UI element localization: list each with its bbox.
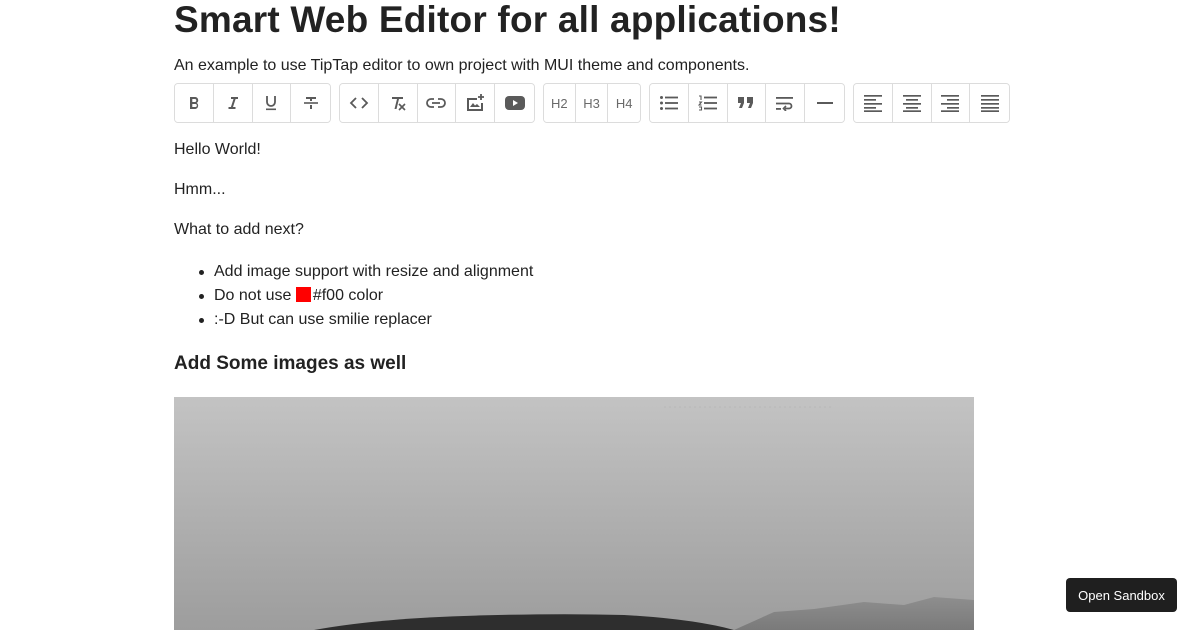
editor-image[interactable]	[174, 397, 974, 630]
editor-toolbar: H2 H3 H4	[174, 83, 1014, 123]
align-right-button[interactable]	[931, 84, 971, 122]
underline-button[interactable]	[252, 84, 292, 122]
toolbar-group-blocks	[649, 83, 845, 123]
youtube-button[interactable]	[495, 84, 534, 122]
add-image-icon	[465, 93, 485, 113]
ordered-list-button[interactable]	[688, 84, 728, 122]
toolbar-group-alignment	[853, 83, 1010, 123]
align-center-icon	[902, 94, 921, 112]
youtube-icon	[504, 95, 526, 111]
clear-format-button[interactable]	[378, 84, 418, 122]
align-justify-button[interactable]	[970, 84, 1009, 122]
horizontal-rule-icon	[816, 101, 834, 105]
link-button[interactable]	[417, 84, 457, 122]
list-item-text: Add image support with resize and alignm…	[214, 263, 534, 280]
hard-break-button[interactable]	[766, 84, 806, 122]
clear-format-icon	[389, 94, 407, 112]
align-left-icon	[863, 94, 882, 112]
bold-button[interactable]	[175, 84, 214, 122]
open-sandbox-button[interactable]: Open Sandbox	[1066, 578, 1177, 612]
hard-break-icon	[775, 95, 795, 111]
paragraph-what-next: What to add next?	[174, 221, 304, 238]
toolbar-group-headings: H2 H3 H4	[543, 83, 641, 123]
ordered-list-icon	[697, 95, 718, 111]
bullet-list: Add image support with resize and alignm…	[174, 260, 533, 332]
code-button[interactable]	[340, 84, 379, 122]
toolbar-group-insert	[339, 83, 535, 123]
list-item-text: #f00 color	[312, 287, 384, 304]
heading-2-button[interactable]: H2	[544, 84, 576, 122]
heading-4-button[interactable]: H4	[608, 84, 640, 122]
underline-icon	[262, 94, 280, 112]
list-item-text: :-D But can use smilie replacer	[214, 311, 432, 328]
blockquote-icon	[737, 95, 755, 111]
section-heading: Add Some images as well	[174, 353, 407, 374]
page-subtitle: An example to use TipTap editor to own p…	[174, 57, 750, 74]
list-item-text: Do not use	[214, 287, 296, 304]
add-image-button[interactable]	[456, 84, 496, 122]
heading-3-button[interactable]: H3	[575, 84, 609, 122]
paragraph-hmm: Hmm...	[174, 181, 226, 198]
list-item: Do not use #f00 color	[174, 284, 533, 308]
italic-icon	[224, 94, 242, 112]
align-left-button[interactable]	[854, 84, 893, 122]
align-center-button[interactable]	[892, 84, 932, 122]
red-color-swatch	[295, 287, 311, 302]
link-icon	[425, 96, 447, 110]
list-item: Add image support with resize and alignm…	[174, 260, 533, 284]
bullet-list-button[interactable]	[650, 84, 689, 122]
page-title: Smart Web Editor for all applications!	[174, 0, 841, 40]
list-item: :-D But can use smilie replacer	[174, 308, 533, 332]
horizontal-rule-button[interactable]	[805, 84, 844, 122]
bullet-list-icon	[659, 95, 679, 111]
paragraph-hello: Hello World!	[174, 141, 261, 158]
align-justify-icon	[980, 94, 999, 112]
toolbar-group-formatting	[174, 83, 331, 123]
blockquote-button[interactable]	[727, 84, 767, 122]
italic-button[interactable]	[213, 84, 253, 122]
strikethrough-button[interactable]	[291, 84, 330, 122]
bold-icon	[185, 94, 203, 112]
strikethrough-icon	[302, 94, 320, 112]
code-icon	[349, 94, 369, 112]
align-right-icon	[941, 94, 960, 112]
